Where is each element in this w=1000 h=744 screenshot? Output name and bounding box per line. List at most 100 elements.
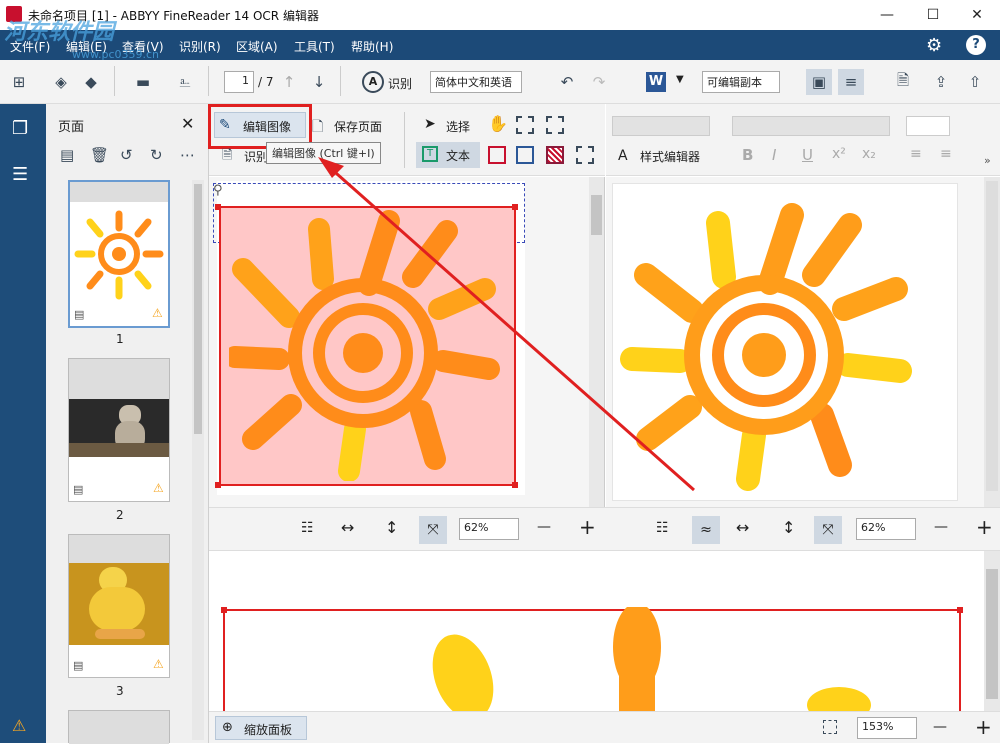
kitten-photo (69, 399, 169, 457)
picture-area-icon[interactable] (488, 146, 506, 164)
panel-scrollbar[interactable] (192, 180, 204, 740)
save-page-icon[interactable]: 🗋 (312, 116, 323, 140)
recognize-icon[interactable]: A (362, 71, 384, 93)
layers-icon[interactable]: ◆ (80, 72, 102, 92)
save-icon[interactable]: ▤ (60, 146, 74, 164)
add-area-icon[interactable] (546, 116, 564, 134)
maximize-button[interactable]: ☐ (910, 0, 956, 30)
page-thumb-2[interactable]: ▤ ⚠ (68, 358, 170, 502)
select-label[interactable]: 选择 (446, 118, 470, 135)
minimize-button[interactable]: — (864, 0, 910, 30)
document-check-icon[interactable]: 🗎 (892, 71, 914, 92)
close-panel-icon[interactable]: ✕ (181, 114, 194, 133)
output-mode-select[interactable]: 可编辑副本 (702, 71, 780, 93)
fit-selection-icon[interactable] (823, 720, 837, 734)
select-cursor-icon[interactable]: ➤ (424, 116, 436, 132)
menu-help[interactable]: 帮助(H) (351, 38, 393, 55)
bold-button[interactable]: B (742, 146, 753, 164)
font-size-select[interactable] (906, 116, 950, 136)
text-area-button[interactable]: T 文本 (416, 142, 480, 168)
zoom-out-button[interactable]: — (537, 519, 551, 535)
fit-list-icon[interactable]: ☷ (301, 520, 314, 536)
fit-page-icon[interactable]: ⤧ (814, 516, 842, 544)
bottom-zoom-select[interactable]: 153% (857, 717, 917, 739)
menu-recognize[interactable]: 识别(R) (179, 38, 221, 55)
help-icon[interactable]: ? (966, 35, 986, 55)
recognize-page-icon[interactable]: 🗎 (222, 146, 232, 168)
text-scrollbar[interactable] (984, 177, 1000, 507)
warning-icon[interactable]: ⚠ (12, 716, 26, 735)
fit-page-icon[interactable]: ⤧ (419, 516, 447, 544)
page-thumb-4[interactable] (68, 710, 170, 744)
fit-width-icon[interactable]: ↔ (341, 518, 354, 537)
edit-image-button[interactable]: ✎ 编辑图像 (214, 112, 306, 138)
more-icon[interactable]: ⋯ (180, 146, 195, 164)
delete-area-icon[interactable] (516, 116, 534, 134)
align-center-icon[interactable]: ≡ (940, 146, 952, 162)
open-folder-icon[interactable]: ▬ (132, 72, 154, 92)
more-chevron-icon[interactable]: » (984, 154, 991, 167)
undo-icon[interactable]: ↶ (556, 72, 578, 92)
image-scrollbar[interactable] (589, 177, 604, 507)
image-view-icon[interactable]: ▣ (806, 69, 832, 95)
style-editor-icon[interactable]: A (618, 148, 628, 164)
table-area-icon[interactable] (516, 146, 534, 164)
language-select[interactable]: 简体中文和英语 (430, 71, 522, 93)
zoom-scrollbar[interactable] (984, 551, 1000, 711)
word-icon[interactable]: W (646, 72, 666, 92)
subscript-button[interactable]: x₂ (862, 146, 876, 162)
gear-icon[interactable]: ⚙ (926, 35, 942, 56)
fit-height-icon[interactable]: ↕ (385, 518, 398, 537)
image-pane: ⚲ (209, 177, 605, 507)
redo-icon[interactable]: ↷ (588, 72, 610, 92)
arrow-down-icon[interactable]: ↓ (308, 72, 330, 92)
zoom-in-button[interactable]: + (579, 515, 596, 539)
background-area-icon[interactable] (546, 146, 564, 164)
list-icon[interactable]: ☰ (12, 164, 28, 185)
fit-width-icon[interactable]: ↔ (736, 518, 749, 537)
recognize-label[interactable]: 识别 (388, 75, 412, 92)
export-icon[interactable]: ⇪ (930, 72, 952, 92)
save-page-label[interactable]: 保存页面 (334, 118, 382, 135)
upload-icon[interactable]: ⇧ (964, 72, 986, 92)
text-zoom-select[interactable]: 62% (856, 518, 916, 540)
close-button[interactable]: ✕ (954, 0, 1000, 30)
pages-icon[interactable]: ❐ (12, 118, 28, 139)
page-thumb-1[interactable]: ▤ ⚠ (68, 180, 170, 328)
show-formatting-icon[interactable]: ≈ (692, 516, 720, 544)
recognize-page-label[interactable]: 识别 (244, 148, 268, 165)
menu-area[interactable]: 区域(A) (236, 38, 278, 55)
zoom-out-button[interactable]: — (934, 519, 948, 535)
zoom-out-button[interactable]: — (933, 719, 947, 735)
superscript-button[interactable]: x² (832, 146, 846, 162)
image-zoom-select[interactable]: 62% (459, 518, 519, 540)
rotate-right-icon[interactable]: ↻ (150, 146, 163, 164)
arrow-up-icon[interactable]: ↑ (278, 72, 300, 92)
scan-icon[interactable]: ⎁ (174, 72, 196, 92)
style-editor-label[interactable]: 样式编辑器 (640, 148, 700, 165)
add-pages-icon[interactable]: ◈ (50, 72, 72, 92)
hand-icon[interactable]: ✋ (488, 114, 508, 133)
page-thumb-3[interactable]: ▤ ⚠ (68, 534, 170, 678)
delete-icon[interactable]: 🗑 (90, 146, 109, 164)
zoom-panel-button[interactable]: ⊕ 缩放面板 (215, 716, 307, 740)
menu-tools[interactable]: 工具(T) (294, 38, 335, 55)
fit-list-icon[interactable]: ☷ (656, 520, 669, 536)
text-view-icon[interactable]: ≡ (838, 69, 864, 95)
font-style-select[interactable] (612, 116, 710, 136)
fit-height-icon[interactable]: ↕ (782, 518, 795, 537)
new-task-icon[interactable]: ⊞ (8, 72, 30, 92)
italic-button[interactable]: I (772, 146, 776, 164)
underline-button[interactable]: U (802, 146, 813, 164)
zoom-panel-icon: ⊕ (222, 720, 233, 735)
font-family-select[interactable] (732, 116, 890, 136)
zoom-in-button[interactable]: + (976, 515, 993, 539)
text-zoom-bar: ☷ ≈ ↔ ↕ ⤧ 62% — + (606, 507, 1000, 551)
zoom-in-button[interactable]: + (975, 715, 992, 739)
align-left-icon[interactable]: ≡ (910, 146, 922, 162)
sun-thumbnail (74, 210, 164, 300)
page-number-input[interactable]: 1 (224, 71, 254, 93)
rotate-left-icon[interactable]: ↺ (120, 146, 133, 164)
barcode-area-icon[interactable] (576, 146, 594, 164)
chevron-down-icon[interactable]: ▼ (676, 74, 684, 85)
